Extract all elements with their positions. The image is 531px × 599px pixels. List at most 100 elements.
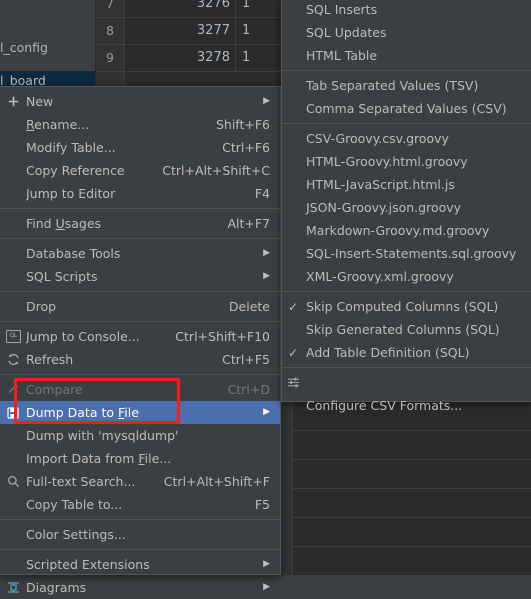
submenu-item-label: Comma Separated Values (CSV) (306, 101, 507, 116)
submenu-item-markdown-groovy[interactable]: Markdown-Groovy.md.groovy (282, 219, 531, 242)
table-row[interactable] (293, 460, 531, 489)
menu-item-label: Dump with 'mysqldump' (26, 428, 179, 443)
menu-separator (0, 549, 280, 550)
menu-item-label: RRename...ename... (26, 117, 90, 132)
menu-item-label: SQL Scripts (26, 269, 98, 284)
cell-value[interactable]: 3278 (126, 45, 236, 71)
menu-item-label: Dump Data to FileDump Data to File (26, 405, 139, 420)
menu-item-color-settings[interactable]: Color Settings... (0, 523, 280, 546)
database-tree-panel[interactable]: l_config l_board (0, 0, 96, 90)
submenu-item-label: SQL Inserts (306, 2, 378, 17)
menu-item-import-data-from-file[interactable]: Import Data from File...Import Data from… (0, 447, 280, 470)
check-icon (282, 173, 304, 196)
menu-item-copy-table-to[interactable]: Copy Table to... F5 (0, 493, 280, 516)
chevron-right-icon: ▶ (263, 96, 270, 106)
check-icon (282, 44, 304, 67)
check-icon (282, 97, 304, 120)
context-menu[interactable]: New ▶ RRename...ename... Shift+F6 Modify… (0, 86, 281, 595)
cell-flag[interactable]: 1 (242, 0, 282, 17)
menu-item-refresh[interactable]: Refresh Ctrl+F5 (0, 348, 280, 371)
menu-item-modify-table[interactable]: Modify Table... Ctrl+F6 (0, 136, 280, 159)
blank-icon (0, 182, 26, 205)
table-row[interactable] (293, 431, 531, 460)
chevron-right-icon: ▶ (263, 248, 270, 258)
menu-item-scripted-extensions[interactable]: Scripted Extensions ▶ (0, 553, 280, 576)
menu-item-jump-to-console[interactable]: QL Jump to Console... Ctrl+Shift+F10 (0, 325, 280, 348)
blank-icon (0, 265, 26, 288)
tree-item-config[interactable]: l_config (0, 38, 95, 57)
chevron-right-icon: ▶ (263, 559, 270, 569)
submenu-item-html-table[interactable]: HTML Table (282, 44, 531, 67)
check-icon: ✓ (287, 299, 299, 314)
menu-item-copy-reference[interactable]: Copy Reference Ctrl+Alt+Shift+C (0, 159, 280, 182)
refresh-icon (0, 348, 26, 371)
submenu-item-csv[interactable]: Comma Separated Values (CSV) (282, 97, 531, 120)
menu-item-label: Jump to Console... (26, 329, 140, 344)
submenu-item-html-groovy[interactable]: HTML-Groovy.html.groovy (282, 150, 531, 173)
menu-item-label: Color Settings... (26, 527, 126, 542)
menu-item-drop[interactable]: Drop Delete (0, 295, 280, 318)
submenu-item-label: Skip Generated Columns (SQL) (306, 322, 500, 337)
table-row[interactable] (293, 489, 531, 518)
submenu-item-sql-updates[interactable]: SQL Updates (282, 21, 531, 44)
cell-value[interactable]: 3277 (126, 18, 236, 44)
submenu-item-xml-groovy[interactable]: XML-Groovy.xml.groovy (282, 265, 531, 288)
menu-separator (0, 291, 280, 292)
menu-item-diagrams[interactable]: Diagrams ▶ (0, 576, 280, 599)
blank-icon (0, 493, 26, 516)
submenu-item-label: HTML-Groovy.html.groovy (306, 154, 468, 169)
submenu-item-skip-computed-columns[interactable]: ✓ Skip Computed Columns (SQL) (282, 295, 531, 318)
submenu-item-tsv[interactable]: Tab Separated Values (TSV) (282, 74, 531, 97)
cell-flag[interactable]: 1 (242, 45, 282, 71)
check-icon (282, 74, 304, 97)
sliders-icon (282, 371, 304, 394)
submenu-item-label: Tab Separated Values (TSV) (306, 78, 479, 93)
menu-item-label: Copy Table to... (26, 497, 123, 512)
menu-item-dump-data-to-file[interactable]: Dump Data to FileDump Data to File ▶ (0, 401, 280, 424)
menu-item-label: Drop (26, 299, 57, 314)
menu-item-label: Scripted Extensions (26, 557, 150, 572)
menu-separator (0, 321, 280, 322)
menu-item-dump-with-mysqldump[interactable]: Dump with 'mysqldump' (0, 424, 280, 447)
menu-item-jump-to-editor[interactable]: Jump to Editor F4 (0, 182, 280, 205)
table-row[interactable] (293, 518, 531, 547)
menu-item-sql-scripts[interactable]: SQL Scripts ▶ (0, 265, 280, 288)
menu-item-accelerator: Delete (228, 299, 270, 314)
submenu-item-sql-inserts[interactable]: SQL Inserts (282, 0, 531, 21)
submenu-item-label: CSV-Groovy.csv.groovy (306, 131, 449, 146)
check-icon: ✓ (287, 345, 299, 360)
table-row[interactable] (293, 547, 531, 576)
submenu-item-label: SQL-Insert-Statements.sql.groovy (306, 246, 517, 261)
menu-item-find-usages[interactable]: Find UsagesFind Usages Alt+F7 (0, 212, 280, 235)
blank-icon (0, 523, 26, 546)
cell-flag[interactable]: 1 (242, 18, 282, 44)
submenu-item-add-table-definition[interactable]: ✓ Add Table Definition (SQL) (282, 341, 531, 364)
check-icon (282, 150, 304, 173)
data-grid-lower[interactable] (281, 402, 531, 576)
submenu-item-skip-generated-columns[interactable]: Skip Generated Columns (SQL) (282, 318, 531, 341)
row-number: 8 (96, 18, 125, 44)
cell-value[interactable]: 3276 (126, 0, 236, 17)
menu-item-full-text-search[interactable]: Full-text Search... Ctrl+Alt+Shift+F (0, 470, 280, 493)
row-number: 9 (96, 45, 125, 71)
menu-item-rename[interactable]: RRename...ename... Shift+F6 (0, 113, 280, 136)
menu-item-accelerator: Ctrl+Alt+Shift+F (163, 474, 270, 489)
submenu-item-csv-groovy[interactable]: CSV-Groovy.csv.groovy (282, 127, 531, 150)
submenu-item-html-javascript[interactable]: HTML-JavaScript.html.js (282, 173, 531, 196)
menu-separator (282, 291, 531, 292)
submenu-item-label: Add Table Definition (SQL) (306, 345, 470, 360)
dump-data-submenu[interactable]: SQL Inserts SQL Updates HTML Table Tab S… (281, 0, 531, 413)
menu-separator (0, 238, 280, 239)
menu-item-label: Full-text Search... (26, 474, 136, 489)
menu-item-database-tools[interactable]: Database Tools ▶ (0, 242, 280, 265)
submenu-item-label: Markdown-Groovy.md.groovy (306, 223, 490, 238)
submenu-item-configure-csv-formats[interactable] (282, 371, 531, 394)
menu-separator (0, 208, 280, 209)
menu-item-new[interactable]: New ▶ (0, 90, 280, 113)
submenu-item-sql-insert-statements[interactable]: SQL-Insert-Statements.sql.groovy (282, 242, 531, 265)
blank-icon (0, 159, 26, 182)
submenu-item-go-to-scripts-directory[interactable]: Configure CSV Formats... (282, 394, 531, 417)
menu-item-accelerator: Alt+F7 (227, 216, 270, 231)
submenu-item-json-groovy[interactable]: JSON-Groovy.json.groovy (282, 196, 531, 219)
blank-icon (0, 553, 26, 576)
